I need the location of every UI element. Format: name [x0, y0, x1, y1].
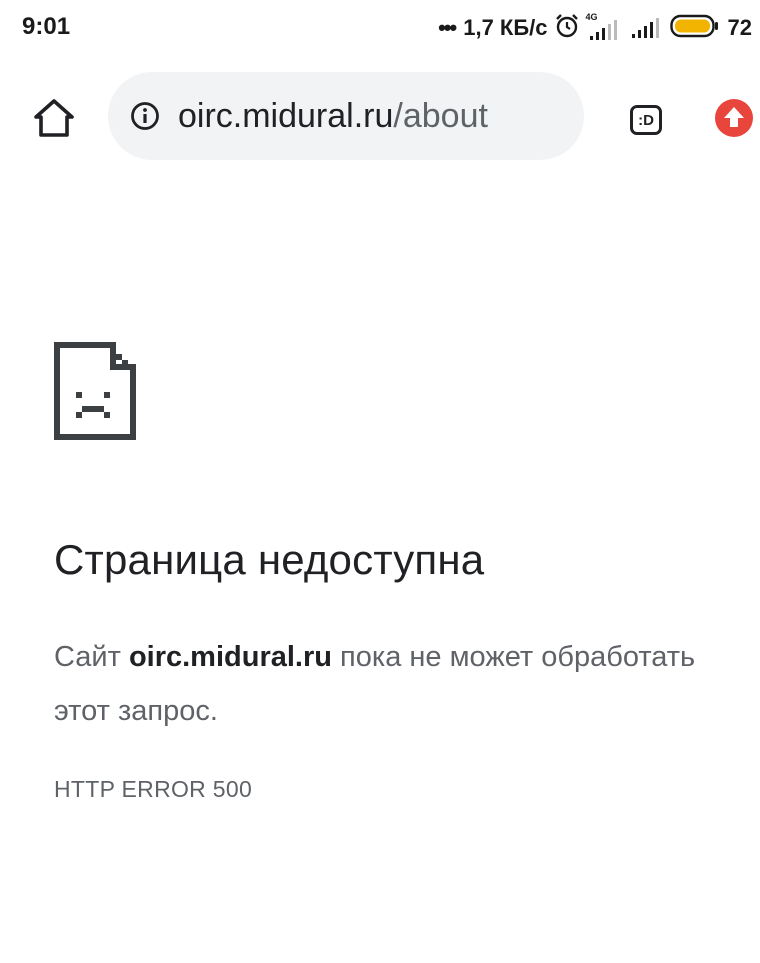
- tab-switcher-button[interactable]: :D: [626, 100, 666, 140]
- update-arrow-icon: [714, 98, 754, 143]
- status-time: 9:01: [22, 13, 71, 40]
- battery-icon: [669, 13, 720, 44]
- signal-icon: 4G: [586, 12, 624, 42]
- browser-toolbar: oirc.midural.ru/about :D: [0, 58, 760, 176]
- error-title: Страница недоступна: [54, 536, 485, 583]
- battery-percent: 72: [727, 15, 752, 40]
- update-button[interactable]: [714, 98, 754, 143]
- error-message: Сайт oirc.midural.ru пока не может обраб…: [54, 630, 754, 738]
- network-speed: 1,7 КБ/с: [463, 15, 548, 40]
- signal-icon: [630, 12, 664, 45]
- error-code: HTTP ERROR 500: [54, 776, 253, 802]
- url-path: /about: [393, 96, 488, 135]
- url-host: oirc.midural.ru: [178, 96, 394, 135]
- home-button[interactable]: [30, 98, 78, 142]
- error-message-host: oirc.midural.ru: [128, 641, 332, 673]
- status-bar: 9:01 ••• 1,7 КБ/с 4G 72: [0, 0, 760, 58]
- error-message-prefix: Сайт: [54, 641, 129, 673]
- sad-page-icon: [54, 342, 136, 440]
- tab-switcher-icon: :D: [630, 105, 662, 135]
- url-text: oirc.midural.ru/about: [178, 97, 488, 136]
- address-bar[interactable]: oirc.midural.ru/about: [108, 72, 584, 160]
- notification-dots: •••: [438, 15, 457, 40]
- home-icon: [32, 97, 76, 144]
- status-icons: ••• 1,7 КБ/с 4G 72: [438, 12, 752, 44]
- info-icon[interactable]: [130, 101, 160, 131]
- alarm-icon: [554, 13, 580, 44]
